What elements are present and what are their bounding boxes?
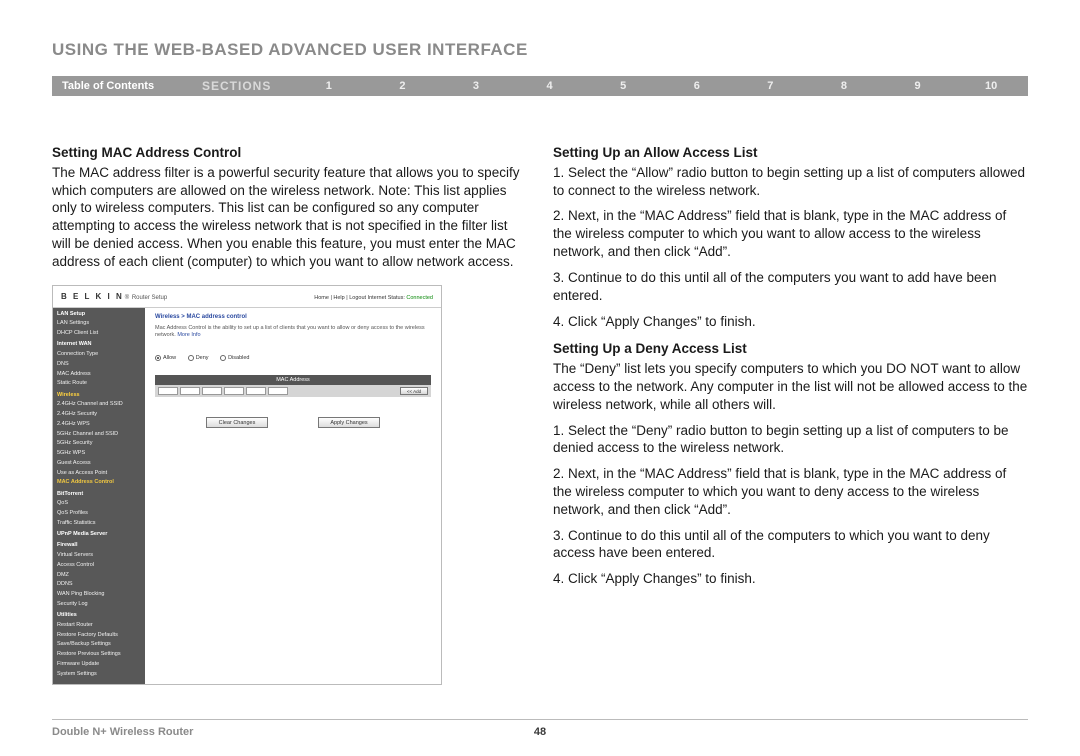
mac-input-1[interactable]: [158, 387, 178, 395]
nav-item[interactable]: 5GHz Channel and SSID: [57, 431, 141, 438]
section-5[interactable]: 5: [586, 80, 660, 92]
right-p5: The “Deny” list lets you specify compute…: [553, 360, 1028, 413]
left-column: Setting MAC Address Control The MAC addr…: [52, 144, 527, 685]
radio-deny[interactable]: Deny: [188, 355, 209, 362]
section-9[interactable]: 9: [881, 80, 955, 92]
mac-input-2[interactable]: [180, 387, 200, 395]
section-4[interactable]: 4: [513, 80, 587, 92]
right-subhead-2: Setting Up a Deny Access List: [553, 340, 1028, 358]
router-nav: LAN Setup LAN Settings DHCP Client List Int…: [53, 308, 145, 684]
nav-item[interactable]: System Settings: [57, 671, 141, 678]
apply-changes-button[interactable]: Apply Changes: [318, 417, 380, 428]
right-p7: 2. Next, in the “MAC Address” field that…: [553, 465, 1028, 518]
radio-disabled[interactable]: Disabled: [220, 355, 249, 362]
nav-item[interactable]: Security Log: [57, 601, 141, 608]
nav-item[interactable]: Restore Previous Settings: [57, 651, 141, 658]
nav-item[interactable]: Virtual Servers: [57, 552, 141, 559]
clear-changes-button[interactable]: Clear Changes: [206, 417, 268, 428]
router-breadcrumb: Wireless > MAC address control: [155, 314, 431, 322]
nav-item[interactable]: QoS Profiles: [57, 510, 141, 517]
nav-item[interactable]: 2.4GHz Security: [57, 411, 141, 418]
nav-item[interactable]: 2.4GHz Channel and SSID: [57, 401, 141, 408]
section-3[interactable]: 3: [439, 80, 513, 92]
add-button[interactable]: << Add: [400, 387, 428, 395]
nav-item[interactable]: Static Route: [57, 380, 141, 387]
nav-head-yellow[interactable]: Wireless: [57, 392, 141, 399]
nav-item[interactable]: DHCP Client List: [57, 330, 141, 337]
nav-item[interactable]: DMZ: [57, 572, 141, 579]
nav-item[interactable]: DNS: [57, 361, 141, 368]
nav-item[interactable]: DDNS: [57, 581, 141, 588]
nav-item[interactable]: Connection Type: [57, 351, 141, 358]
nav-item[interactable]: Restore Factory Defaults: [57, 632, 141, 639]
footer-product: Double N+ Wireless Router: [52, 726, 193, 738]
nav-head: UPnP Media Server: [57, 531, 141, 538]
section-1[interactable]: 1: [292, 80, 366, 92]
nav-item[interactable]: Firmware Update: [57, 661, 141, 668]
mac-input-3[interactable]: [202, 387, 222, 395]
mac-input-6[interactable]: [268, 387, 288, 395]
nav-item[interactable]: Save/Backup Settings: [57, 641, 141, 648]
footer: Double N+ Wireless Router 48: [52, 719, 1028, 738]
sections-label: SECTIONS: [202, 79, 292, 93]
mac-table-header: MAC Address: [155, 375, 431, 385]
router-status-connected: Connected: [406, 295, 433, 301]
right-p6: 1. Select the “Deny” radio button to beg…: [553, 422, 1028, 458]
nav-item[interactable]: WAN Ping Blocking: [57, 591, 141, 598]
mac-input-5[interactable]: [246, 387, 266, 395]
right-p1: 1. Select the “Allow” radio button to be…: [553, 164, 1028, 200]
nav-head: BitTorrent: [57, 491, 141, 498]
router-ui-screenshot: B E L K I N® Router Setup Home | Help | …: [52, 285, 442, 685]
router-top-links: Home | Help | Logout Internet Status: Co…: [314, 295, 433, 302]
nav-head: Internet WAN: [57, 341, 141, 348]
sections-bar: Table of Contents SECTIONS 1 2 3 4 5 6 7…: [52, 76, 1028, 96]
nav-item[interactable]: LAN Settings: [57, 320, 141, 327]
section-10[interactable]: 10: [954, 80, 1028, 92]
section-6[interactable]: 6: [660, 80, 734, 92]
nav-head: Utilities: [57, 612, 141, 619]
section-7[interactable]: 7: [734, 80, 808, 92]
right-p8: 3. Continue to do this until all of the …: [553, 527, 1028, 563]
right-p3: 3. Continue to do this until all of the …: [553, 269, 1028, 305]
nav-item[interactable]: Use as Access Point: [57, 470, 141, 477]
router-brand: B E L K I N: [61, 292, 124, 301]
toc-link[interactable]: Table of Contents: [62, 80, 202, 92]
left-subhead: Setting MAC Address Control: [52, 145, 241, 160]
router-main: Wireless > MAC address control Mac Addre…: [145, 308, 441, 684]
nav-item[interactable]: 5GHz Security: [57, 440, 141, 447]
router-more-info[interactable]: More Info: [177, 332, 200, 338]
nav-item[interactable]: Access Control: [57, 562, 141, 569]
mac-input-4[interactable]: [224, 387, 244, 395]
router-desc: Mac Address Control is the ability to se…: [155, 325, 431, 339]
right-p2: 2. Next, in the “MAC Address” field that…: [553, 207, 1028, 260]
radio-allow[interactable]: Allow: [155, 355, 176, 362]
nav-item[interactable]: Guest Access: [57, 460, 141, 467]
nav-head: LAN Setup: [57, 311, 141, 318]
router-brand-tag: Router Setup: [132, 295, 167, 301]
left-paragraph: The MAC address filter is a powerful sec…: [52, 164, 527, 271]
nav-item[interactable]: MAC Address: [57, 371, 141, 378]
section-8[interactable]: 8: [807, 80, 881, 92]
nav-item-active[interactable]: MAC Address Control: [57, 479, 141, 486]
nav-item[interactable]: QoS: [57, 500, 141, 507]
right-p9: 4. Click “Apply Changes” to finish.: [553, 570, 1028, 588]
nav-item[interactable]: Traffic Statistics: [57, 520, 141, 527]
page-heading: USING THE WEB-BASED ADVANCED USER INTERF…: [52, 40, 1028, 60]
nav-item[interactable]: 5GHz WPS: [57, 450, 141, 457]
right-p4: 4. Click “Apply Changes” to finish.: [553, 313, 1028, 331]
right-column: Setting Up an Allow Access List 1. Selec…: [553, 144, 1028, 685]
right-subhead-1: Setting Up an Allow Access List: [553, 145, 758, 160]
mac-input-row: << Add: [155, 385, 431, 397]
nav-head: Firewall: [57, 542, 141, 549]
page-number: 48: [534, 726, 546, 738]
nav-item[interactable]: Restart Router: [57, 622, 141, 629]
nav-item[interactable]: 2.4GHz WPS: [57, 421, 141, 428]
section-2[interactable]: 2: [366, 80, 440, 92]
